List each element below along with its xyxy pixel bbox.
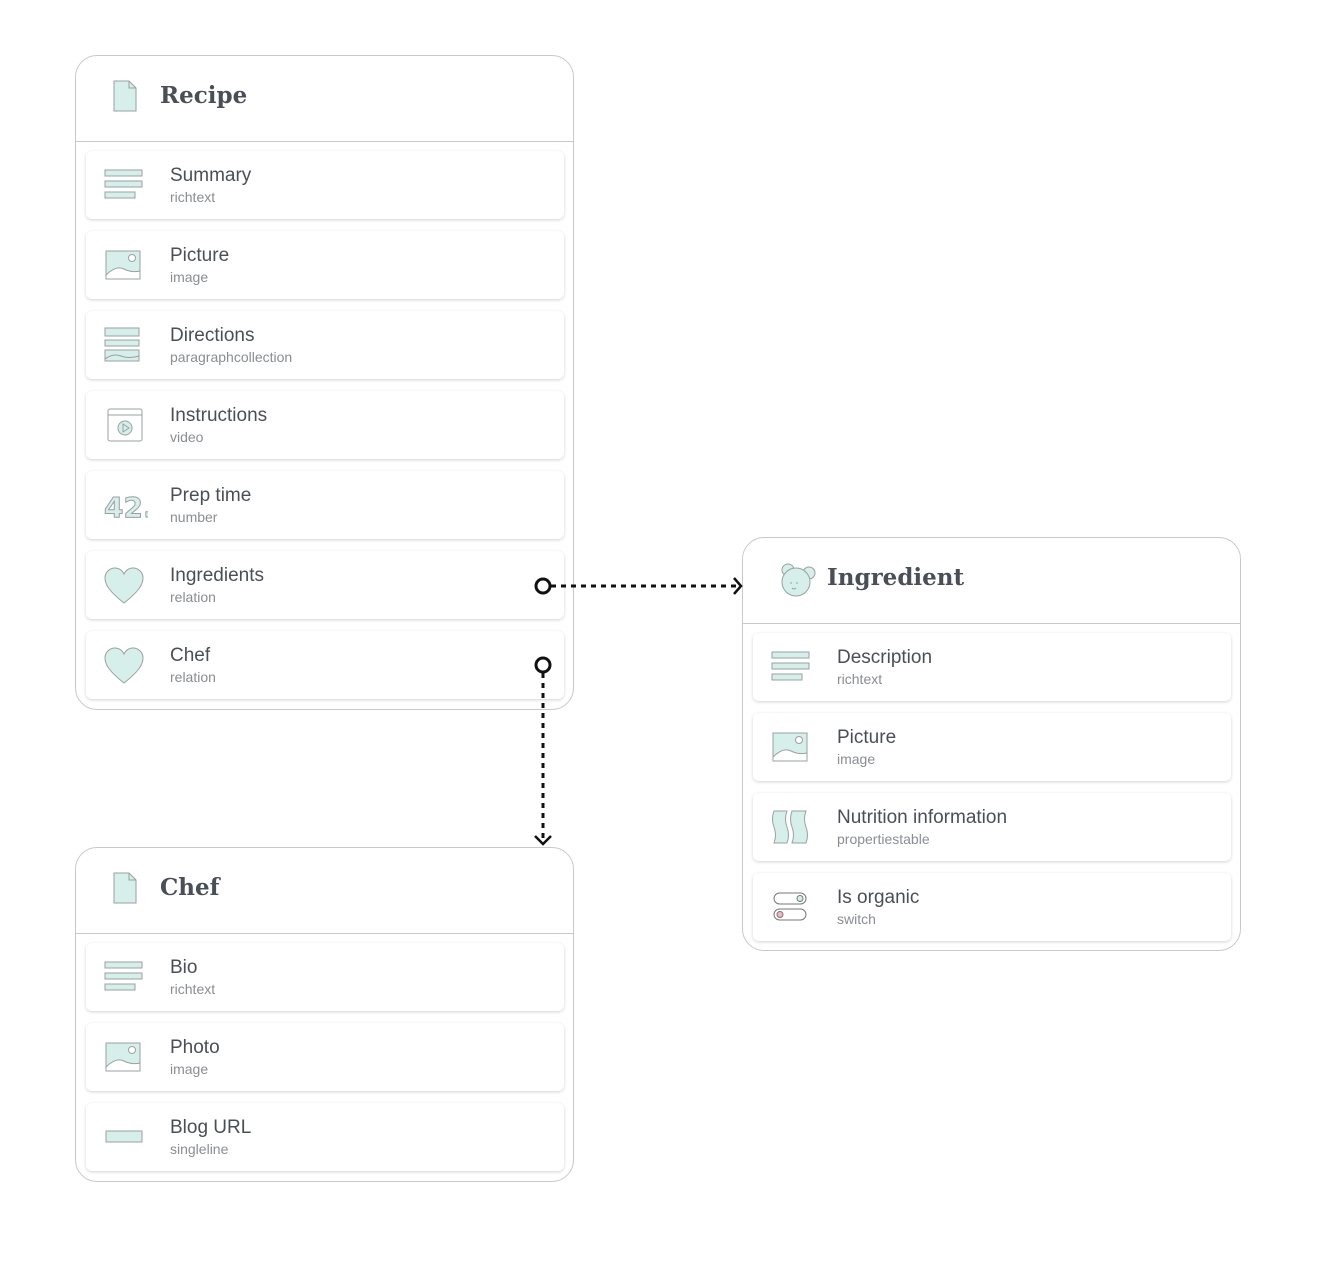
relation-ingredients-connector[interactable] [534, 577, 743, 595]
relation-connectors [534, 577, 743, 846]
relation-chef-connector[interactable] [534, 656, 552, 846]
